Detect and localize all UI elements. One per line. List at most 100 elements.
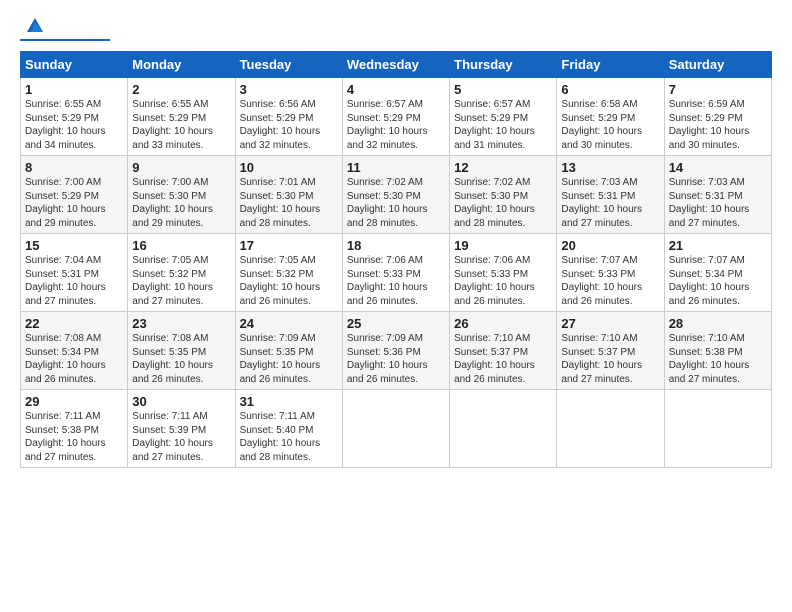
- day-number: 20: [561, 238, 659, 253]
- day-content: Sunrise: 7:09 AM Sunset: 5:35 PM Dayligh…: [240, 332, 338, 386]
- calendar-day-26: 26Sunrise: 7:10 AM Sunset: 5:37 PM Dayli…: [450, 312, 557, 390]
- day-number: 18: [347, 238, 445, 253]
- day-number: 13: [561, 160, 659, 175]
- calendar-week-5: 29Sunrise: 7:11 AM Sunset: 5:38 PM Dayli…: [21, 390, 772, 468]
- calendar-day-8: 8Sunrise: 7:00 AM Sunset: 5:29 PM Daylig…: [21, 156, 128, 234]
- calendar-day-6: 6Sunrise: 6:58 AM Sunset: 5:29 PM Daylig…: [557, 78, 664, 156]
- day-number: 12: [454, 160, 552, 175]
- calendar-day-30: 30Sunrise: 7:11 AM Sunset: 5:39 PM Dayli…: [128, 390, 235, 468]
- day-content: Sunrise: 7:08 AM Sunset: 5:34 PM Dayligh…: [25, 332, 123, 386]
- day-number: 10: [240, 160, 338, 175]
- day-content: Sunrise: 7:07 AM Sunset: 5:33 PM Dayligh…: [561, 254, 659, 308]
- header-tuesday: Tuesday: [235, 52, 342, 78]
- day-number: 23: [132, 316, 230, 331]
- empty-cell: [450, 390, 557, 468]
- calendar-day-10: 10Sunrise: 7:01 AM Sunset: 5:30 PM Dayli…: [235, 156, 342, 234]
- empty-cell: [342, 390, 449, 468]
- day-number: 3: [240, 82, 338, 97]
- day-content: Sunrise: 6:58 AM Sunset: 5:29 PM Dayligh…: [561, 98, 659, 152]
- day-content: Sunrise: 7:00 AM Sunset: 5:30 PM Dayligh…: [132, 176, 230, 230]
- calendar-day-15: 15Sunrise: 7:04 AM Sunset: 5:31 PM Dayli…: [21, 234, 128, 312]
- day-number: 22: [25, 316, 123, 331]
- day-number: 15: [25, 238, 123, 253]
- day-content: Sunrise: 7:10 AM Sunset: 5:37 PM Dayligh…: [454, 332, 552, 386]
- calendar-day-23: 23Sunrise: 7:08 AM Sunset: 5:35 PM Dayli…: [128, 312, 235, 390]
- day-number: 31: [240, 394, 338, 409]
- calendar-day-1: 1Sunrise: 6:55 AM Sunset: 5:29 PM Daylig…: [21, 78, 128, 156]
- day-number: 24: [240, 316, 338, 331]
- day-content: Sunrise: 7:02 AM Sunset: 5:30 PM Dayligh…: [454, 176, 552, 230]
- header: [20, 18, 772, 41]
- calendar-day-21: 21Sunrise: 7:07 AM Sunset: 5:34 PM Dayli…: [664, 234, 771, 312]
- day-number: 4: [347, 82, 445, 97]
- day-content: Sunrise: 7:08 AM Sunset: 5:35 PM Dayligh…: [132, 332, 230, 386]
- day-content: Sunrise: 7:06 AM Sunset: 5:33 PM Dayligh…: [347, 254, 445, 308]
- calendar-day-12: 12Sunrise: 7:02 AM Sunset: 5:30 PM Dayli…: [450, 156, 557, 234]
- calendar-day-28: 28Sunrise: 7:10 AM Sunset: 5:38 PM Dayli…: [664, 312, 771, 390]
- logo: [20, 18, 110, 41]
- day-content: Sunrise: 6:55 AM Sunset: 5:29 PM Dayligh…: [132, 98, 230, 152]
- day-number: 2: [132, 82, 230, 97]
- calendar-day-13: 13Sunrise: 7:03 AM Sunset: 5:31 PM Dayli…: [557, 156, 664, 234]
- day-content: Sunrise: 6:56 AM Sunset: 5:29 PM Dayligh…: [240, 98, 338, 152]
- day-number: 14: [669, 160, 767, 175]
- day-content: Sunrise: 7:03 AM Sunset: 5:31 PM Dayligh…: [561, 176, 659, 230]
- day-number: 7: [669, 82, 767, 97]
- day-number: 9: [132, 160, 230, 175]
- day-content: Sunrise: 7:11 AM Sunset: 5:39 PM Dayligh…: [132, 410, 230, 464]
- day-number: 17: [240, 238, 338, 253]
- calendar-day-20: 20Sunrise: 7:07 AM Sunset: 5:33 PM Dayli…: [557, 234, 664, 312]
- day-number: 11: [347, 160, 445, 175]
- calendar-day-25: 25Sunrise: 7:09 AM Sunset: 5:36 PM Dayli…: [342, 312, 449, 390]
- calendar-day-5: 5Sunrise: 6:57 AM Sunset: 5:29 PM Daylig…: [450, 78, 557, 156]
- header-wednesday: Wednesday: [342, 52, 449, 78]
- day-content: Sunrise: 7:01 AM Sunset: 5:30 PM Dayligh…: [240, 176, 338, 230]
- calendar-day-18: 18Sunrise: 7:06 AM Sunset: 5:33 PM Dayli…: [342, 234, 449, 312]
- calendar-week-1: 1Sunrise: 6:55 AM Sunset: 5:29 PM Daylig…: [21, 78, 772, 156]
- day-content: Sunrise: 6:57 AM Sunset: 5:29 PM Dayligh…: [347, 98, 445, 152]
- header-friday: Friday: [557, 52, 664, 78]
- day-content: Sunrise: 7:03 AM Sunset: 5:31 PM Dayligh…: [669, 176, 767, 230]
- calendar-week-4: 22Sunrise: 7:08 AM Sunset: 5:34 PM Dayli…: [21, 312, 772, 390]
- calendar-day-19: 19Sunrise: 7:06 AM Sunset: 5:33 PM Dayli…: [450, 234, 557, 312]
- day-number: 21: [669, 238, 767, 253]
- day-number: 30: [132, 394, 230, 409]
- calendar-day-24: 24Sunrise: 7:09 AM Sunset: 5:35 PM Dayli…: [235, 312, 342, 390]
- calendar-day-4: 4Sunrise: 6:57 AM Sunset: 5:29 PM Daylig…: [342, 78, 449, 156]
- calendar-day-11: 11Sunrise: 7:02 AM Sunset: 5:30 PM Dayli…: [342, 156, 449, 234]
- calendar-day-2: 2Sunrise: 6:55 AM Sunset: 5:29 PM Daylig…: [128, 78, 235, 156]
- day-content: Sunrise: 7:05 AM Sunset: 5:32 PM Dayligh…: [132, 254, 230, 308]
- calendar-day-22: 22Sunrise: 7:08 AM Sunset: 5:34 PM Dayli…: [21, 312, 128, 390]
- day-content: Sunrise: 7:00 AM Sunset: 5:29 PM Dayligh…: [25, 176, 123, 230]
- calendar-day-31: 31Sunrise: 7:11 AM Sunset: 5:40 PM Dayli…: [235, 390, 342, 468]
- calendar-day-9: 9Sunrise: 7:00 AM Sunset: 5:30 PM Daylig…: [128, 156, 235, 234]
- day-number: 1: [25, 82, 123, 97]
- calendar-day-14: 14Sunrise: 7:03 AM Sunset: 5:31 PM Dayli…: [664, 156, 771, 234]
- day-number: 28: [669, 316, 767, 331]
- day-number: 8: [25, 160, 123, 175]
- day-number: 27: [561, 316, 659, 331]
- calendar-week-3: 15Sunrise: 7:04 AM Sunset: 5:31 PM Dayli…: [21, 234, 772, 312]
- day-content: Sunrise: 6:57 AM Sunset: 5:29 PM Dayligh…: [454, 98, 552, 152]
- page-container: SundayMondayTuesdayWednesdayThursdayFrid…: [0, 0, 792, 478]
- day-content: Sunrise: 7:11 AM Sunset: 5:40 PM Dayligh…: [240, 410, 338, 464]
- header-monday: Monday: [128, 52, 235, 78]
- empty-cell: [664, 390, 771, 468]
- day-number: 25: [347, 316, 445, 331]
- day-content: Sunrise: 7:07 AM Sunset: 5:34 PM Dayligh…: [669, 254, 767, 308]
- day-content: Sunrise: 6:55 AM Sunset: 5:29 PM Dayligh…: [25, 98, 123, 152]
- header-row: SundayMondayTuesdayWednesdayThursdayFrid…: [21, 52, 772, 78]
- day-content: Sunrise: 7:04 AM Sunset: 5:31 PM Dayligh…: [25, 254, 123, 308]
- header-sunday: Sunday: [21, 52, 128, 78]
- day-content: Sunrise: 7:11 AM Sunset: 5:38 PM Dayligh…: [25, 410, 123, 464]
- calendar-day-29: 29Sunrise: 7:11 AM Sunset: 5:38 PM Dayli…: [21, 390, 128, 468]
- day-number: 29: [25, 394, 123, 409]
- day-number: 16: [132, 238, 230, 253]
- calendar-day-17: 17Sunrise: 7:05 AM Sunset: 5:32 PM Dayli…: [235, 234, 342, 312]
- day-number: 26: [454, 316, 552, 331]
- day-content: Sunrise: 7:05 AM Sunset: 5:32 PM Dayligh…: [240, 254, 338, 308]
- day-number: 5: [454, 82, 552, 97]
- calendar-day-3: 3Sunrise: 6:56 AM Sunset: 5:29 PM Daylig…: [235, 78, 342, 156]
- calendar-day-27: 27Sunrise: 7:10 AM Sunset: 5:37 PM Dayli…: [557, 312, 664, 390]
- day-content: Sunrise: 6:59 AM Sunset: 5:29 PM Dayligh…: [669, 98, 767, 152]
